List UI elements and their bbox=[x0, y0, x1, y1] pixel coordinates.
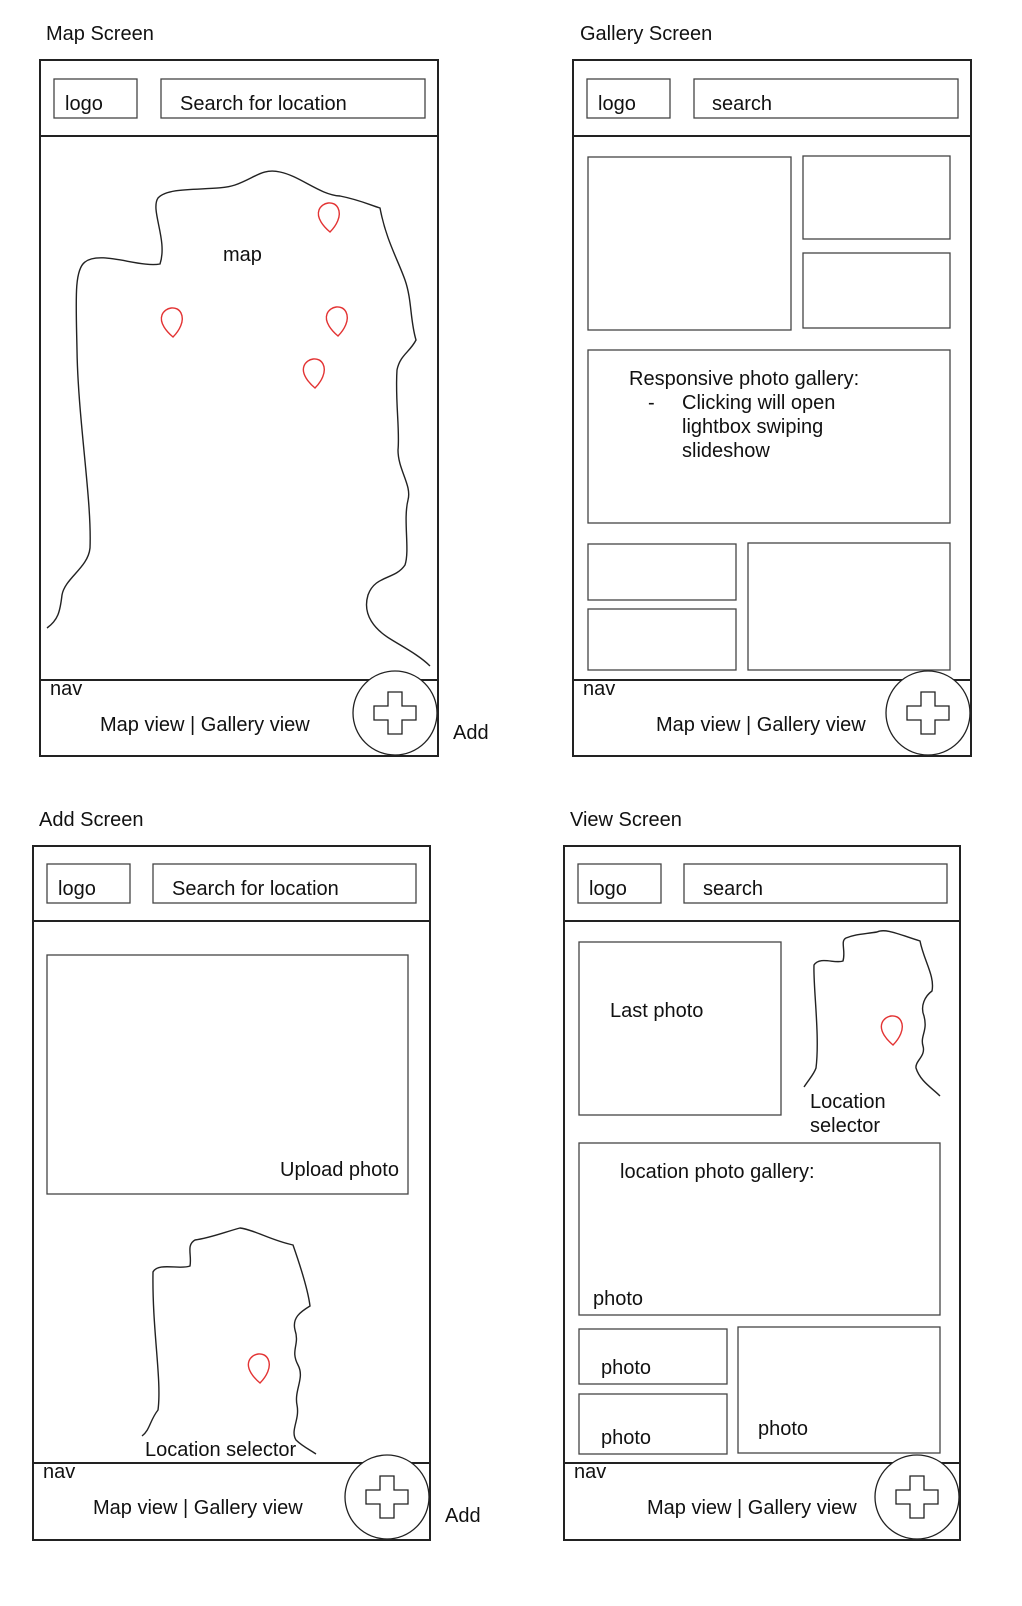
gallery-photo[interactable] bbox=[587, 156, 792, 331]
nav-links[interactable]: Map view | Gallery view bbox=[93, 1497, 303, 1519]
location-label: selector bbox=[810, 1115, 880, 1137]
phone-frame bbox=[39, 59, 439, 757]
screen-title: Add Screen bbox=[39, 809, 144, 831]
last-photo-label: Last photo bbox=[610, 1000, 703, 1022]
wireframe-diagram: Map Screen logo Search for location map … bbox=[32, 23, 972, 1541]
screen-title: Gallery Screen bbox=[580, 23, 712, 45]
location-selector-map[interactable] bbox=[803, 930, 941, 1097]
upload-label: Upload photo bbox=[280, 1159, 399, 1181]
nav-label: nav bbox=[50, 678, 82, 700]
note-line: lightbox swiping bbox=[682, 416, 823, 438]
photo-label: photo bbox=[601, 1427, 651, 1449]
note-title: Responsive photo gallery: bbox=[629, 368, 859, 390]
screen-title: View Screen bbox=[570, 809, 682, 831]
logo-label: logo bbox=[589, 878, 627, 900]
gallery-photo[interactable] bbox=[802, 155, 951, 240]
note-line: Clicking will open bbox=[682, 392, 835, 414]
add-screen: Add Screen logo Search for location Uplo… bbox=[32, 809, 481, 1541]
note-bullet: - bbox=[648, 392, 655, 414]
search-placeholder: search bbox=[712, 93, 772, 115]
map-pin-icon[interactable] bbox=[302, 358, 325, 389]
add-label: Add bbox=[453, 722, 489, 744]
gallery-photo[interactable] bbox=[747, 542, 951, 671]
gallery-photo[interactable] bbox=[587, 608, 737, 671]
map-pin-icon[interactable] bbox=[880, 1015, 903, 1046]
nav-links[interactable]: Map view | Gallery view bbox=[100, 714, 310, 736]
nav-label: nav bbox=[583, 678, 615, 700]
map-label: map bbox=[223, 244, 262, 266]
map-pin-icon[interactable] bbox=[247, 1353, 270, 1384]
logo-label: logo bbox=[58, 878, 96, 900]
location-label: Location bbox=[810, 1091, 886, 1113]
location-selector-map[interactable] bbox=[141, 1227, 317, 1455]
map-pin-icon[interactable] bbox=[317, 202, 340, 233]
map-screen: Map Screen logo Search for location map … bbox=[39, 23, 489, 757]
search-placeholder: search bbox=[703, 878, 763, 900]
view-screen: View Screen logo search Last photo Locat… bbox=[563, 809, 961, 1541]
nav-links[interactable]: Map view | Gallery view bbox=[656, 714, 866, 736]
last-photo-box[interactable] bbox=[578, 941, 782, 1116]
gallery-title: location photo gallery: bbox=[620, 1161, 815, 1183]
add-label: Add bbox=[445, 1505, 481, 1527]
location-label: Location selector bbox=[145, 1439, 297, 1461]
note-line: slideshow bbox=[682, 440, 770, 462]
photo-label: photo bbox=[758, 1418, 808, 1440]
search-placeholder: Search for location bbox=[180, 93, 347, 115]
logo-label: logo bbox=[598, 93, 636, 115]
logo-label: logo bbox=[65, 93, 103, 115]
search-placeholder: Search for location bbox=[172, 878, 339, 900]
screen-title: Map Screen bbox=[46, 23, 154, 45]
gallery-screen: Gallery Screen logo search Responsive ph… bbox=[572, 23, 972, 757]
nav-label: nav bbox=[43, 1461, 75, 1483]
gallery-photo[interactable] bbox=[587, 543, 737, 601]
nav-links[interactable]: Map view | Gallery view bbox=[647, 1497, 857, 1519]
gallery-photo[interactable] bbox=[802, 252, 951, 329]
photo-label: photo bbox=[593, 1288, 643, 1310]
map-pin-icon[interactable] bbox=[160, 307, 183, 338]
photo-label: photo bbox=[601, 1357, 651, 1379]
map-pin-icon[interactable] bbox=[325, 306, 348, 337]
nav-label: nav bbox=[574, 1461, 606, 1483]
